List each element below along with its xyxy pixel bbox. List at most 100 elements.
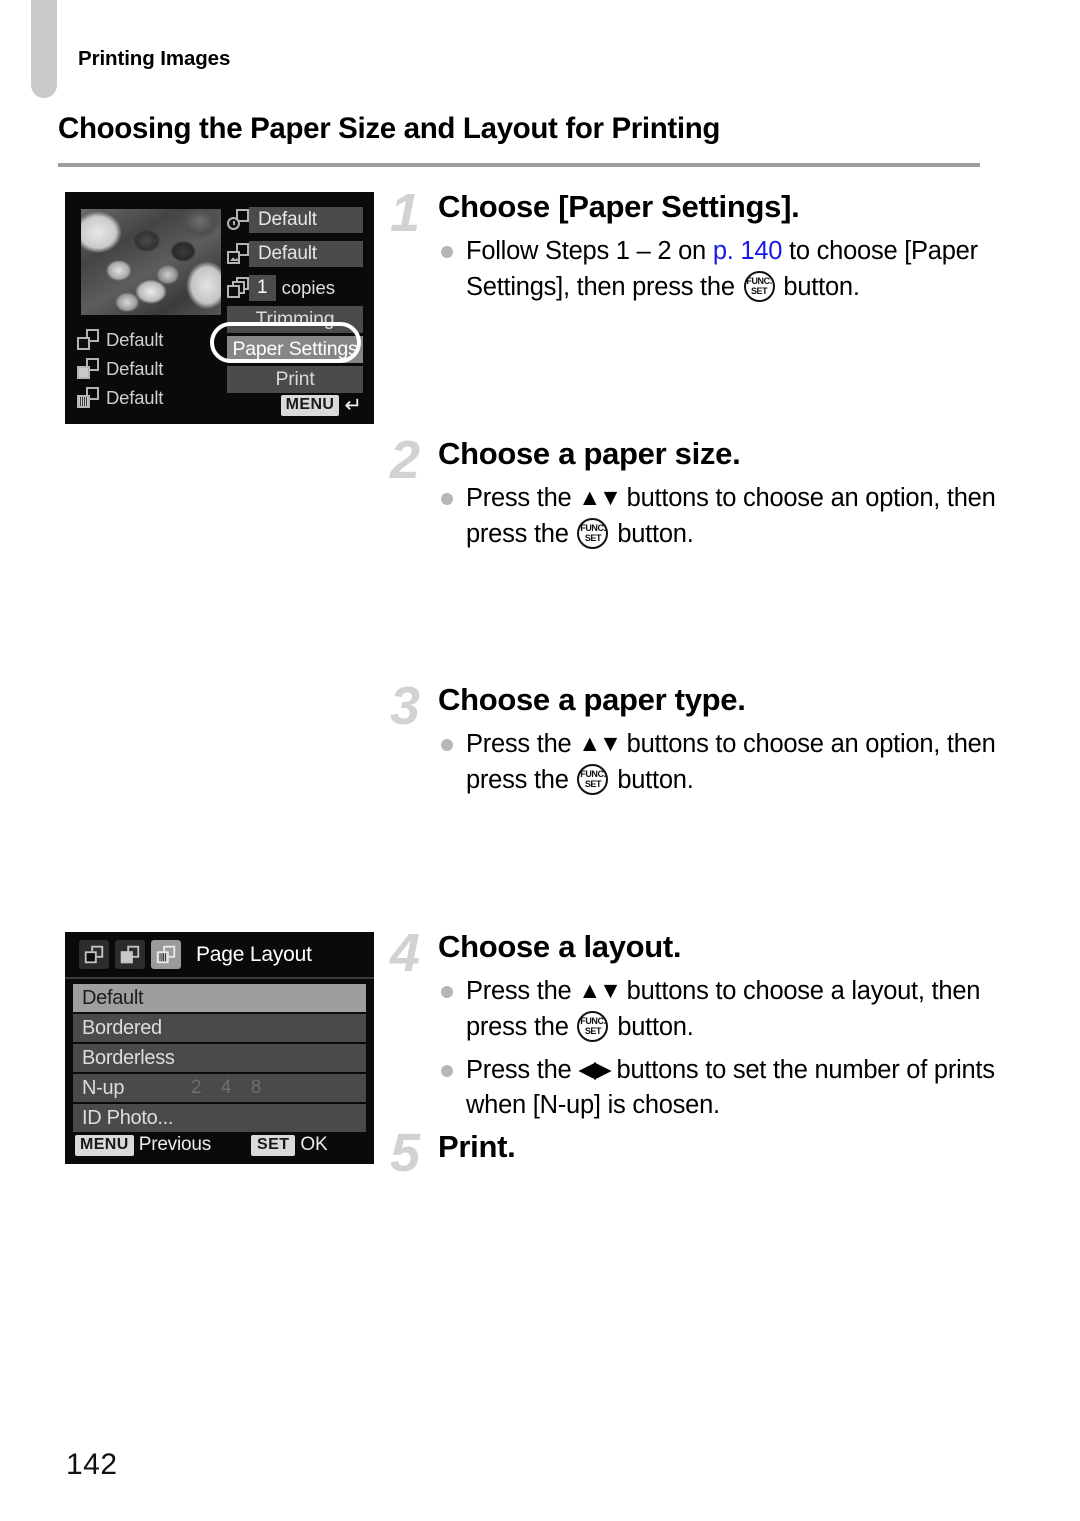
- option-n-up[interactable]: N-up 2 4 8: [73, 1074, 366, 1102]
- up-down-buttons-icon: ▲▼: [578, 484, 622, 511]
- copies-label: copies: [281, 276, 336, 298]
- step-2-number: 2: [389, 430, 421, 490]
- bullet-dot-icon: [441, 986, 453, 999]
- file-number-icon: [227, 243, 249, 264]
- paper-type-icon: [77, 358, 99, 379]
- file-number-setting-row[interactable]: Default: [227, 238, 363, 269]
- bullet-dot-icon: [441, 1064, 453, 1077]
- tab-page-layout[interactable]: [151, 940, 181, 969]
- menu-previous-label: Previous: [138, 1134, 212, 1155]
- step-5-title: Print.: [438, 1129, 516, 1164]
- bullet-dot-icon: [441, 493, 453, 506]
- func-set-top-label: FUNC.: [580, 522, 606, 533]
- paper-type-value: Default: [106, 357, 164, 379]
- paper-size-icon: [84, 945, 104, 964]
- step-1-title: Choose [Paper Settings].: [438, 189, 800, 224]
- trimming-menu-item[interactable]: Trimming: [227, 306, 363, 333]
- step-3-bullet-1-pre: Press the: [466, 730, 579, 759]
- step-5-number: 5: [389, 1123, 421, 1183]
- left-right-buttons-icon: ◀▶: [578, 1055, 611, 1082]
- option-borderless-label: Borderless: [82, 1046, 175, 1069]
- step-4-bullet-1-pre: Press the: [466, 977, 579, 1006]
- step-3-number: 3: [389, 676, 421, 736]
- page-layout-row[interactable]: Default: [77, 383, 227, 412]
- step-4: 4 Choose a layout. Press the ▲▼ buttons …: [382, 923, 1002, 1123]
- step-1-bullet-1-post: button.: [776, 272, 860, 301]
- tab-paper-size[interactable]: [79, 940, 109, 969]
- step-1-number: 1: [389, 183, 421, 243]
- step-2: 2 Choose a paper size. Press the ▲▼ butt…: [382, 430, 1002, 552]
- print-menu-item[interactable]: Print: [227, 366, 363, 393]
- up-down-buttons-icon: ▲▼: [578, 730, 622, 757]
- func-set-bottom-label: SET: [584, 778, 602, 789]
- step-5: 5 Print.: [382, 1126, 1002, 1181]
- file-number-setting-value: Default: [249, 240, 363, 267]
- paper-settings-menu-item[interactable]: Paper Settings: [227, 336, 363, 363]
- copies-count: 1: [249, 274, 276, 301]
- func-set-button-icon: FUNC. SET: [743, 270, 775, 302]
- option-default-label: Default: [82, 986, 144, 1009]
- page-reference-link[interactable]: p. 140: [713, 237, 783, 265]
- page-title: Choosing the Paper Size and Layout for P…: [58, 112, 721, 145]
- paper-size-value: Default: [106, 328, 164, 350]
- func-set-bottom-label: SET: [584, 1025, 602, 1036]
- option-id-photo-label: ID Photo...: [82, 1106, 174, 1129]
- step-2-bullet-1: Press the ▲▼ buttons to choose an option…: [438, 481, 1002, 551]
- paper-type-row[interactable]: Default: [77, 354, 227, 383]
- date-setting-row[interactable]: Default: [227, 204, 363, 235]
- step-4-bullet-2: Press the ◀▶ buttons to set the number o…: [438, 1053, 1002, 1123]
- func-set-bottom-label: SET: [584, 532, 602, 543]
- step-3: 3 Choose a paper type. Press the ▲▼ butt…: [382, 676, 1002, 798]
- option-id-photo[interactable]: ID Photo...: [73, 1104, 366, 1132]
- up-down-buttons-icon: ▲▼: [578, 977, 622, 1004]
- print-settings-right-column: Default Default 1 copies Trimming Paper …: [227, 204, 363, 396]
- func-set-button-icon: FUNC. SET: [577, 1010, 609, 1042]
- step-4-number: 4: [389, 923, 421, 983]
- print-settings-left-column: Default Default Default: [77, 325, 227, 412]
- step-4-bullet-1-post: button.: [610, 1012, 694, 1041]
- step-1-bullet-1: Follow Steps 1 – 2 on p. 140 to choose […: [438, 234, 1002, 304]
- func-set-top-label: FUNC.: [746, 275, 772, 286]
- print-settings-screen: Default Default 1 copies Trimming Paper …: [65, 192, 374, 424]
- menu-badge: MENU: [75, 1134, 134, 1156]
- bullet-dot-icon: [441, 246, 453, 259]
- func-set-button-icon: FUNC. SET: [577, 517, 609, 549]
- option-borderless[interactable]: Borderless: [73, 1044, 366, 1072]
- func-set-bottom-label: SET: [750, 285, 768, 296]
- step-3-bullet-1: Press the ▲▼ buttons to choose an option…: [438, 727, 1002, 797]
- page-layout-icon: [156, 945, 176, 964]
- step-2-bullet-1-pre: Press the: [466, 484, 579, 513]
- menu-badge: MENU: [280, 395, 340, 416]
- step-2-bullet-1-post: button.: [610, 519, 694, 548]
- page-layout-screen: Page Layout Default Bordered Borderless …: [65, 932, 374, 1164]
- option-bordered[interactable]: Bordered: [73, 1014, 366, 1042]
- step-2-title: Choose a paper size.: [438, 436, 741, 471]
- option-bordered-label: Bordered: [82, 1016, 162, 1039]
- step-4-bullet-2-pre: Press the: [466, 1055, 579, 1084]
- option-n-up-values: 2 4 8: [191, 1077, 269, 1098]
- page-layout-title: Page Layout: [196, 942, 312, 966]
- func-set-button-icon: FUNC. SET: [577, 763, 609, 795]
- page-layout-icon: [77, 387, 99, 408]
- page-number: 142: [66, 1448, 118, 1481]
- title-divider: [58, 163, 980, 167]
- copies-icon: [227, 277, 249, 298]
- photo-thumbnail: [81, 209, 221, 315]
- option-default[interactable]: Default: [73, 984, 366, 1012]
- step-4-bullet-1: Press the ▲▼ buttons to choose a layout,…: [438, 974, 1002, 1044]
- copies-setting-row[interactable]: 1 copies: [227, 272, 363, 303]
- date-icon: [227, 209, 249, 230]
- paper-size-row[interactable]: Default: [77, 325, 227, 354]
- running-header: Printing Images: [78, 47, 231, 70]
- page-layout-tabbar: Page Layout: [65, 932, 374, 979]
- chapter-tab-marker: [31, 0, 57, 98]
- step-1: 1 Choose [Paper Settings]. Follow Steps …: [382, 183, 1002, 305]
- step-1-bullet-1-pre: Follow Steps 1 – 2 on: [466, 237, 713, 266]
- set-badge: SET: [251, 1134, 296, 1156]
- page-layout-options-list: Default Bordered Borderless N-up 2 4 8 I…: [73, 984, 366, 1134]
- tab-paper-type[interactable]: [115, 940, 145, 969]
- func-set-top-label: FUNC.: [580, 768, 606, 779]
- step-4-title: Choose a layout.: [438, 929, 682, 964]
- option-n-up-label: N-up: [82, 1076, 125, 1099]
- date-setting-value: Default: [249, 206, 363, 233]
